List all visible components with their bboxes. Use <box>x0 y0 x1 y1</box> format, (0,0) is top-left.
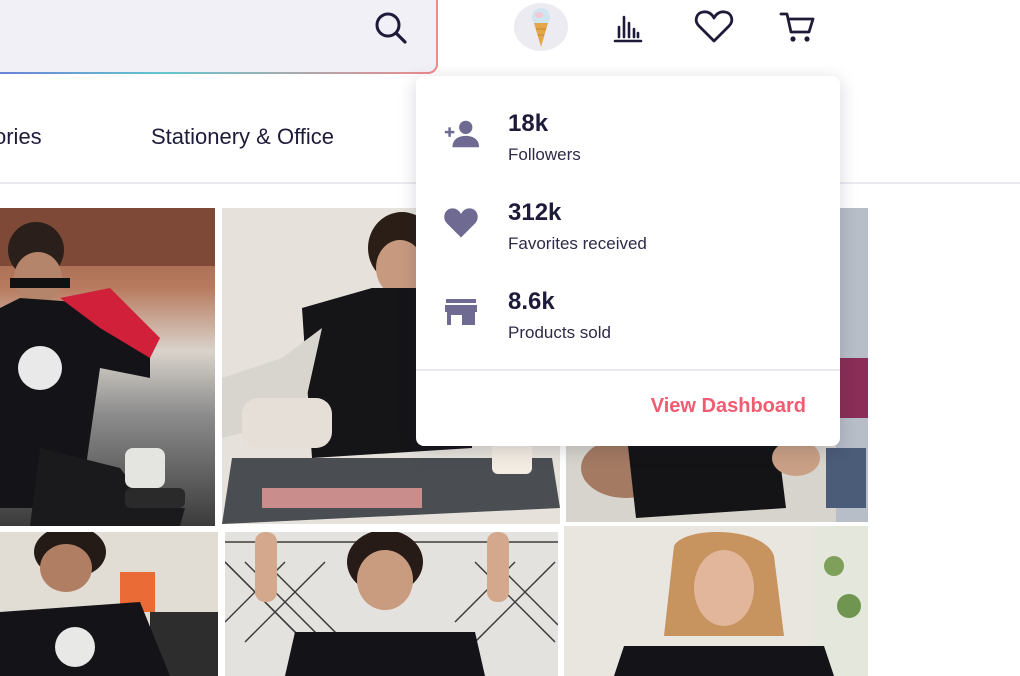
product-photo[interactable] <box>0 208 215 526</box>
search-bar <box>0 0 438 74</box>
stat-followers: 18k Followers <box>416 106 840 176</box>
search-icon <box>375 12 407 44</box>
stats-dropdown: 18k Followers 312k Favorites received 8.… <box>416 76 840 446</box>
category-accessories[interactable]: ories <box>0 124 42 150</box>
heart-icon <box>694 10 734 43</box>
stat-value: 18k <box>508 110 549 137</box>
stat-label: Followers <box>508 145 581 164</box>
add-person-icon <box>442 116 480 152</box>
product-photo[interactable] <box>0 532 218 676</box>
ice-cream-avatar-icon <box>532 8 550 47</box>
product-photo[interactable] <box>225 532 558 676</box>
cart-icon <box>779 12 815 42</box>
stats-icon <box>613 15 643 43</box>
search-box <box>0 0 436 72</box>
model-photo-image <box>0 208 215 526</box>
search-button[interactable] <box>372 10 410 48</box>
model-photo-image <box>225 532 558 676</box>
model-photo-image <box>0 532 218 676</box>
store-icon <box>442 294 480 330</box>
view-dashboard-link[interactable]: View Dashboard <box>651 395 806 418</box>
stat-value: 8.6k <box>508 288 555 315</box>
search-input[interactable] <box>12 12 342 42</box>
stats-button[interactable] <box>602 4 652 50</box>
stat-label: Products sold <box>508 323 611 342</box>
stat-label: Favorites received <box>508 234 647 253</box>
stat-favorites: 312k Favorites received <box>416 195 840 265</box>
stat-value: 312k <box>508 199 562 226</box>
product-photo[interactable] <box>564 526 868 676</box>
category-stationery-office[interactable]: Stationery & Office <box>151 124 334 150</box>
cart-button[interactable] <box>772 4 822 50</box>
stat-products-sold: 8.6k Products sold <box>416 284 840 354</box>
favorites-button[interactable] <box>689 4 739 50</box>
dropdown-divider <box>416 369 840 371</box>
avatar[interactable] <box>514 3 568 51</box>
heart-icon <box>442 205 480 241</box>
model-photo-image <box>564 526 868 676</box>
